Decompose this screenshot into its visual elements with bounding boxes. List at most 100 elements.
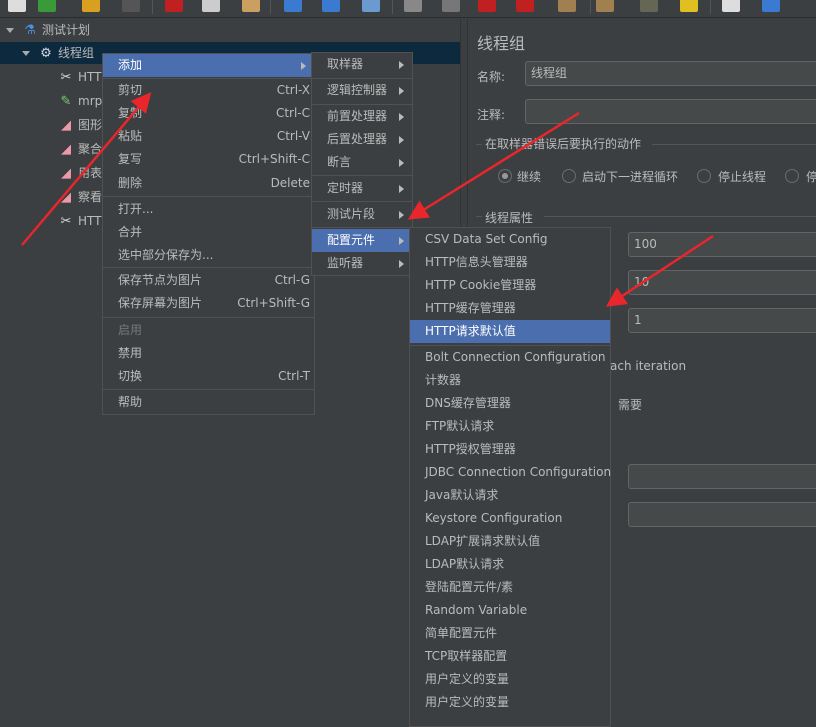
config-submenu-item[interactable]: JDBC Connection Configuration bbox=[410, 461, 611, 484]
add-submenu-item[interactable]: 取样器 bbox=[312, 53, 412, 76]
menu-item-label: 复制 bbox=[118, 106, 143, 120]
clear-icon[interactable] bbox=[558, 0, 576, 12]
clear-all-icon[interactable] bbox=[596, 0, 614, 12]
shortcut-label: Ctrl+Shift-C bbox=[238, 152, 310, 166]
config-submenu-item[interactable]: FTP默认请求 bbox=[410, 415, 610, 438]
config-submenu-item[interactable]: 简单配置元件 bbox=[410, 622, 610, 645]
delay-label: 需要 bbox=[618, 398, 643, 412]
context-menu-item[interactable]: 粘贴 Ctrl-V bbox=[103, 125, 314, 148]
add-submenu-item[interactable]: 测试片段 bbox=[312, 203, 412, 226]
add-submenu-item[interactable]: 配置元件 bbox=[312, 229, 412, 252]
menu-separator bbox=[312, 78, 412, 79]
shutdown-icon[interactable] bbox=[516, 0, 534, 12]
tree-node-child[interactable]: ✂ HTT bbox=[58, 210, 102, 232]
menu-item-label: 添加 bbox=[118, 58, 143, 72]
comment-input[interactable] bbox=[525, 99, 816, 124]
context-menu-item[interactable]: 保存节点为图片 Ctrl-G bbox=[103, 269, 314, 292]
config-submenu-item[interactable]: TCP取样器配置 bbox=[410, 645, 610, 668]
add-submenu-item[interactable]: 监听器 bbox=[312, 252, 412, 275]
tree-node-child[interactable]: ◢ 用表 bbox=[58, 162, 102, 184]
paste-icon[interactable] bbox=[242, 0, 260, 12]
add-submenu-item[interactable]: 定时器 bbox=[312, 177, 412, 200]
startup-delay-input[interactable] bbox=[628, 502, 816, 527]
start-icon[interactable] bbox=[404, 0, 422, 12]
loop-count-input[interactable]: 1 bbox=[628, 308, 816, 333]
context-menu-item[interactable]: 合并 bbox=[103, 221, 314, 244]
name-input[interactable]: 线程组 bbox=[525, 61, 816, 86]
help-icon[interactable] bbox=[762, 0, 780, 12]
start-no-pause-icon[interactable] bbox=[442, 0, 460, 12]
config-submenu-item[interactable]: Keystore Configuration bbox=[410, 507, 610, 530]
add-submenu-item[interactable]: 断言 bbox=[312, 151, 412, 174]
context-menu-item[interactable]: 剪切 Ctrl-X bbox=[103, 79, 314, 102]
add-submenu-item[interactable]: 后置处理器 bbox=[312, 128, 412, 151]
config-submenu-item[interactable]: 计数器 bbox=[410, 369, 610, 392]
open-icon[interactable] bbox=[82, 0, 100, 12]
expand-icon[interactable] bbox=[284, 0, 302, 12]
context-menu-item[interactable]: 删除 Delete bbox=[103, 172, 314, 195]
toggle-icon[interactable] bbox=[362, 0, 380, 12]
radio-start-next-loop[interactable] bbox=[562, 169, 576, 183]
context-menu-item[interactable]: 启用 bbox=[103, 319, 314, 342]
tree-node-child[interactable]: ✎ mrp bbox=[58, 90, 103, 112]
duration-input[interactable] bbox=[628, 464, 816, 489]
add-submenu-item[interactable]: 逻辑控制器 bbox=[312, 79, 412, 102]
templates-icon[interactable] bbox=[38, 0, 56, 12]
context-menu-item[interactable]: 禁用 bbox=[103, 342, 314, 365]
config-submenu-item[interactable]: HTTP缓存管理器 bbox=[410, 297, 610, 320]
radio-stop-thread[interactable] bbox=[697, 169, 711, 183]
context-menu-item[interactable]: 复制 Ctrl-C bbox=[103, 102, 314, 125]
tree-node-child[interactable]: ◢ 聚合 bbox=[58, 138, 102, 160]
radio-continue[interactable] bbox=[498, 169, 512, 183]
config-submenu-item[interactable]: CSV Data Set Config bbox=[410, 228, 610, 251]
menu-item-label: 合并 bbox=[118, 225, 143, 239]
context-menu-item[interactable]: 打开... bbox=[103, 198, 314, 221]
submenu-arrow-icon bbox=[399, 61, 404, 69]
menu-item-label: 保存屏幕为图片 bbox=[118, 296, 203, 310]
stop-icon[interactable] bbox=[478, 0, 496, 12]
context-menu-item[interactable]: 保存屏幕为图片 Ctrl+Shift-G bbox=[103, 292, 314, 315]
cut-icon[interactable] bbox=[165, 0, 183, 12]
add-submenu-item[interactable]: 前置处理器 bbox=[312, 105, 412, 128]
menu-item-label: 打开... bbox=[118, 202, 154, 216]
config-submenu-item[interactable]: 用户定义的变量 bbox=[410, 691, 610, 714]
config-submenu-item[interactable]: 登陆配置元件/素 bbox=[410, 576, 610, 599]
submenu-arrow-icon bbox=[399, 260, 404, 268]
config-submenu-item[interactable]: HTTP请求默认值 bbox=[410, 320, 610, 343]
menu-separator bbox=[312, 227, 412, 228]
config-submenu-item[interactable]: DNS缓存管理器 bbox=[410, 392, 610, 415]
config-submenu-item[interactable]: LDAP默认请求 bbox=[410, 553, 610, 576]
function-helper-icon[interactable] bbox=[722, 0, 740, 12]
config-submenu-item[interactable]: HTTP授权管理器 bbox=[410, 438, 610, 461]
tree-node-test-plan[interactable]: ⚗ 测试计划 bbox=[6, 19, 90, 41]
config-submenu-item[interactable]: Bolt Connection Configuration bbox=[410, 346, 610, 369]
search-icon[interactable] bbox=[640, 0, 658, 12]
reset-search-icon[interactable] bbox=[680, 0, 698, 12]
tree-node-child[interactable]: ◢ 图形 bbox=[58, 114, 102, 136]
context-menu-item[interactable]: 帮助 bbox=[103, 391, 314, 414]
config-submenu-item[interactable]: HTTP信息头管理器 bbox=[410, 251, 610, 274]
tree-node-child[interactable]: ◢ 察看 bbox=[58, 186, 102, 208]
config-submenu-item[interactable]: LDAP扩展请求默认值 bbox=[410, 530, 610, 553]
context-menu-item[interactable]: 添加 bbox=[103, 54, 314, 77]
config-submenu-item[interactable]: Java默认请求 bbox=[410, 484, 610, 507]
save-icon[interactable] bbox=[122, 0, 140, 12]
threads-input[interactable]: 100 bbox=[628, 232, 816, 257]
new-icon[interactable] bbox=[8, 0, 26, 12]
comment-label: 注释: bbox=[477, 108, 506, 122]
expand-toggle-icon[interactable] bbox=[6, 28, 14, 33]
tree-node-child[interactable]: ✂ HTT bbox=[58, 66, 102, 88]
context-menu-item[interactable]: 复写 Ctrl+Shift-C bbox=[103, 148, 314, 171]
config-submenu-item[interactable]: HTTP Cookie管理器 bbox=[410, 274, 610, 297]
menu-item-label: 取样器 bbox=[327, 57, 364, 71]
expand-toggle-icon[interactable] bbox=[22, 51, 30, 56]
context-menu-item[interactable]: 切换 Ctrl-T bbox=[103, 365, 314, 388]
menu-separator bbox=[312, 104, 412, 105]
rampup-input[interactable]: 10 bbox=[628, 270, 816, 295]
config-submenu-item[interactable]: Random Variable bbox=[410, 599, 610, 622]
context-menu-item[interactable]: 选中部分保存为... bbox=[103, 244, 314, 267]
config-submenu-item[interactable]: 用户定义的变量 bbox=[410, 668, 610, 691]
collapse-icon[interactable] bbox=[322, 0, 340, 12]
copy-icon[interactable] bbox=[202, 0, 220, 12]
radio-stop-test[interactable] bbox=[785, 169, 799, 183]
